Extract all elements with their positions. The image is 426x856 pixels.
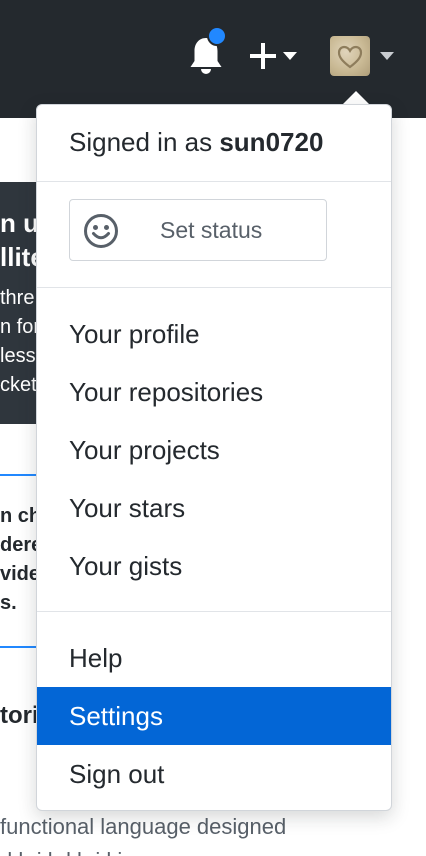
unread-notification-dot xyxy=(207,26,227,46)
hero-banner: n u llite thre n for less cket xyxy=(0,182,40,424)
menu-item-settings[interactable]: Settings xyxy=(37,687,391,745)
smiley-icon xyxy=(84,214,118,248)
plus-icon[interactable] xyxy=(250,40,300,74)
hero-title-line-2: llite xyxy=(0,242,40,272)
menu-item-sign-out[interactable]: Sign out xyxy=(37,745,391,803)
section-heading: tori xyxy=(0,702,39,729)
avatar[interactable] xyxy=(330,36,370,76)
hero-body-text: thre n for less cket xyxy=(0,287,40,396)
chevron-down-icon[interactable] xyxy=(380,52,394,60)
menu-item-your-projects[interactable]: Your projects xyxy=(37,421,391,479)
set-status-label: Set status xyxy=(160,217,263,243)
user-dropdown-menu: Signed in as sun0720 Set status Your pro… xyxy=(36,104,392,811)
menu-item-your-gists[interactable]: Your gists xyxy=(37,537,391,595)
repository-description: functional language designed xyxy=(0,814,287,839)
heart-avatar-icon xyxy=(337,45,363,69)
signed-in-prefix: Signed in as xyxy=(69,127,213,157)
divider xyxy=(37,287,391,288)
menu-item-your-profile[interactable]: Your profile xyxy=(37,305,391,363)
menu-item-help[interactable]: Help xyxy=(37,629,391,687)
set-status-button[interactable]: Set status xyxy=(69,199,327,261)
dropdown-caret xyxy=(342,91,370,105)
username: sun0720 xyxy=(219,127,324,157)
divider xyxy=(37,611,391,612)
info-card: n ch dere vide s. xyxy=(0,474,36,648)
divider xyxy=(37,181,391,182)
menu-item-your-repositories[interactable]: Your repositories xyxy=(37,363,391,421)
info-card-text: n ch dere vide s. xyxy=(0,505,36,614)
hero-title-line-1: n u xyxy=(0,208,39,238)
user-menu-toggle[interactable] xyxy=(330,36,394,78)
repository-description-continued: d b i l d b i l i xyxy=(0,848,122,856)
signed-in-header: Signed in as sun0720 xyxy=(69,127,323,158)
menu-item-your-stars[interactable]: Your stars xyxy=(37,479,391,537)
